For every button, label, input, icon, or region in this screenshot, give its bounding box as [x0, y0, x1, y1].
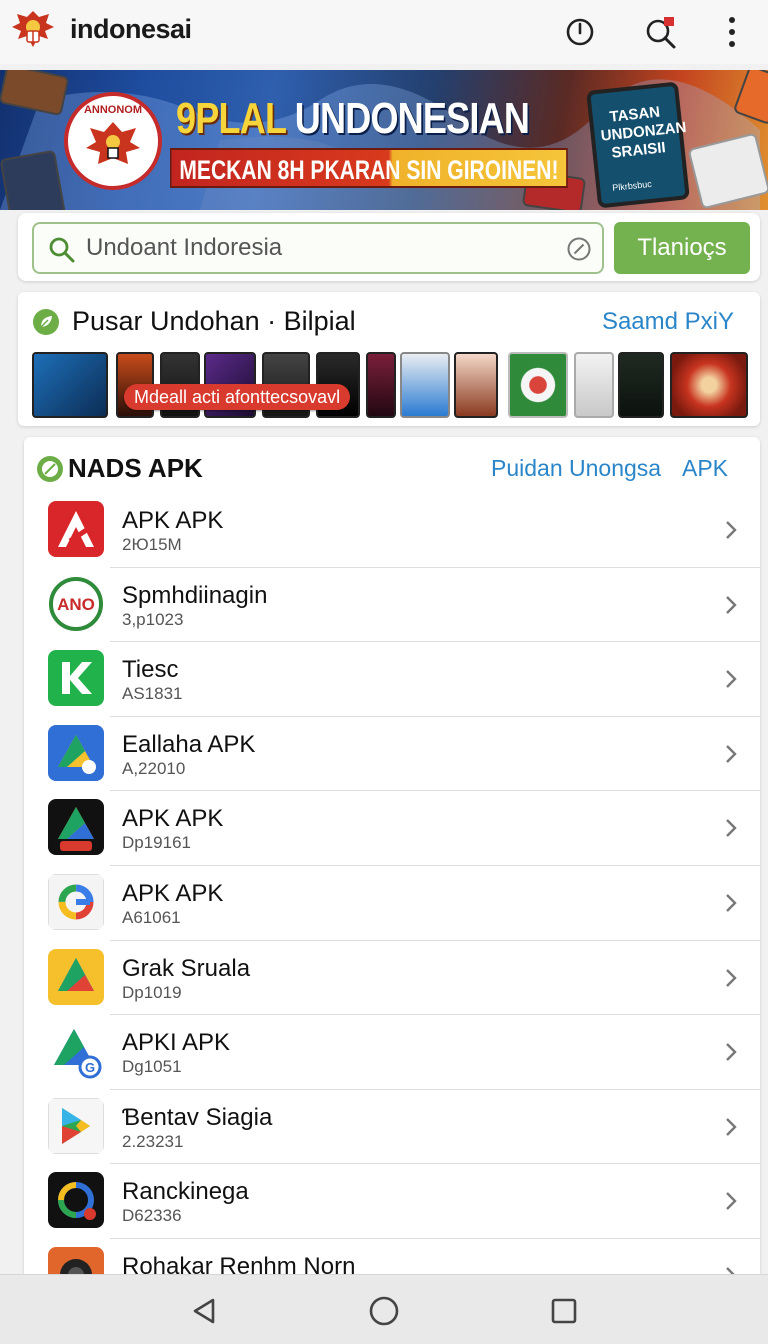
strip-phone	[454, 352, 498, 418]
strip-phone	[400, 352, 450, 418]
chevron-right-icon	[726, 744, 737, 763]
google-g-icon	[48, 873, 104, 930]
featured-title: Pusar Undohan · Bilpial	[72, 306, 356, 336]
banner-tablet-graphic: TASAN UNDONZAN SRAISII Plkrbsbuc	[586, 81, 690, 209]
list-item[interactable]: ANO Spmhdiinagin 3,p1023	[48, 568, 760, 643]
back-triangle-icon	[193, 1298, 215, 1324]
chevron-right-icon	[726, 968, 737, 987]
recents-button[interactable]	[544, 1291, 584, 1331]
search-notification-icon	[646, 17, 676, 49]
power-icon	[566, 18, 594, 46]
home-circle-icon	[369, 1296, 399, 1326]
strip-phone	[618, 352, 664, 418]
chevron-right-icon	[726, 1043, 737, 1062]
svg-text:ANO: ANO	[57, 595, 95, 614]
chevron-right-icon	[726, 1192, 737, 1211]
svg-text:G: G	[85, 1060, 95, 1075]
apk-list-card: NADS APK Puidan Unongsa APK APK APK 2Ю15…	[24, 437, 760, 1297]
banner-headline: 9PLAL UNDONESIAN	[176, 94, 530, 143]
chevron-right-icon	[726, 670, 737, 689]
leaf-badge-icon	[33, 309, 59, 335]
search-notification-button[interactable]	[641, 12, 681, 52]
app-bar: indonesai	[0, 0, 768, 64]
black-circle-app-icon	[48, 1172, 104, 1229]
red-a-icon	[48, 501, 104, 557]
list-link-apk[interactable]: APK	[682, 455, 728, 482]
list-item[interactable]: Eallaha APK A,22010	[48, 717, 760, 792]
clear-icon[interactable]	[566, 236, 592, 262]
recents-square-icon	[551, 1298, 577, 1324]
leaf-badge-icon	[37, 456, 63, 482]
strip-phone	[574, 352, 614, 418]
garuda-logo-icon[interactable]	[8, 5, 58, 55]
list-item[interactable]: Ranckinega D62336	[48, 1164, 760, 1239]
garuda-emblem-icon	[86, 122, 140, 164]
list-item[interactable]: Ɓentav Siagia 2.23231	[48, 1090, 760, 1165]
strip-phone	[670, 352, 748, 418]
list-item[interactable]: Tiesc AS1831	[48, 642, 760, 717]
search-box[interactable]	[32, 222, 604, 274]
list-item[interactable]: APK APK A61061	[48, 866, 760, 941]
dark-drive-icon	[48, 799, 104, 856]
banner-emblem: ANNONOM	[64, 92, 162, 190]
apk-list: APK APK 2Ю15M ANO Spmhdiinagin 3,p1023 T…	[24, 493, 760, 1297]
search-icon	[49, 237, 75, 263]
more-vert-icon	[729, 17, 735, 47]
system-nav-bar	[0, 1274, 768, 1344]
banner-subheadline: MECKAN 8H PKARAN SIN GIROINEN!	[170, 148, 568, 188]
strip-phone	[366, 352, 396, 418]
back-button[interactable]	[184, 1291, 224, 1331]
power-button[interactable]	[560, 12, 600, 52]
featured-link[interactable]: Saamd PxiY	[602, 308, 734, 336]
chevron-right-icon	[726, 595, 737, 614]
strip-phone	[32, 352, 108, 418]
chevron-right-icon	[726, 819, 737, 838]
more-options-button[interactable]	[712, 12, 752, 52]
list-item[interactable]: G APKI APK Dg1051	[48, 1015, 760, 1090]
list-item[interactable]: Grak Sruala Dp1019	[48, 941, 760, 1016]
app-title: indonesai	[70, 14, 192, 44]
yellow-drive-icon	[48, 948, 104, 1005]
chevron-right-icon	[726, 521, 737, 539]
chevron-right-icon	[726, 1117, 737, 1136]
featured-caption: Mdeall acti afonttecsovavl	[124, 384, 351, 410]
list-title: NADS APK	[68, 453, 203, 483]
search-button[interactable]: Tlanioçs	[614, 222, 750, 274]
blue-drive-icon	[48, 724, 104, 781]
ano-badge-icon: ANO	[48, 575, 104, 632]
list-item[interactable]: APK APK Dp19161	[48, 791, 760, 866]
green-k-icon	[48, 650, 104, 707]
list-item[interactable]: APK APK 2Ю15M	[48, 493, 760, 568]
list-link-category[interactable]: Puidan Unongsa	[491, 455, 661, 482]
search-input[interactable]	[86, 224, 556, 272]
search-card: Tlanioçs	[18, 213, 760, 281]
play-store-icon	[48, 1097, 104, 1154]
chevron-right-icon	[726, 894, 737, 912]
strip-phone	[508, 352, 568, 418]
drive-g-icon: G	[48, 1023, 104, 1080]
home-button[interactable]	[364, 1291, 404, 1331]
